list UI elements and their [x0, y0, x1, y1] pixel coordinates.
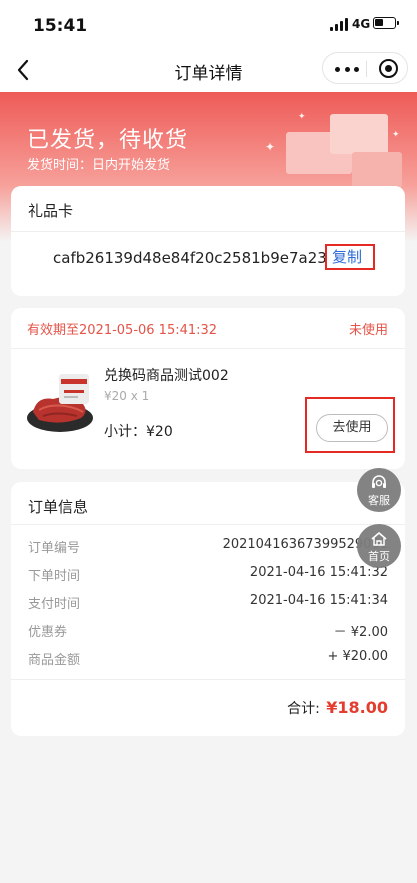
status-bar: 15:41 4G: [0, 0, 417, 50]
package-box-illustration: [330, 114, 388, 154]
use-status-badge: 未使用: [348, 323, 388, 338]
network-type: 4G: [352, 17, 371, 31]
status-time: 15:41: [33, 16, 88, 36]
divider: [11, 679, 405, 680]
gift-card-code: cafb26139d48e84f20c2581b9e7a2336: [53, 249, 335, 267]
navigation-bar: 订单详情: [0, 50, 417, 92]
order-info-row: 支付时间 2021-04-16 15:41:34: [28, 593, 388, 613]
headset-icon: [372, 475, 386, 488]
customer-service-label: 客服: [368, 494, 390, 507]
home-label: 首页: [368, 550, 390, 563]
order-info-row: 商品金额 + ¥20.00: [28, 649, 388, 669]
close-miniprogram-icon[interactable]: [379, 59, 398, 78]
more-icon[interactable]: [335, 62, 359, 76]
validity-text: 有效期至2021-05-06 15:41:32: [27, 323, 218, 338]
payment-time-value: 2021-04-16 15:41:34: [249, 593, 388, 608]
gift-card-title: 礼品卡: [28, 202, 74, 220]
order-info-section: 订单信息 订单编号 20210416367399529061 下单时间 2021…: [11, 482, 405, 736]
divider: [11, 348, 405, 349]
sparkle-icon: ✦: [265, 140, 276, 154]
order-time-label: 下单时间: [28, 569, 81, 584]
voucher-section: 有效期至2021-05-06 15:41:32 未使用 兑换码商品测试002 ¥…: [11, 308, 405, 469]
use-button-highlight: 去使用: [305, 397, 395, 453]
divider: [11, 524, 405, 525]
home-button[interactable]: 首页: [357, 524, 401, 568]
payment-time-label: 支付时间: [28, 597, 81, 612]
product-spec: ¥20 x 1: [104, 389, 150, 403]
order-info-row: 订单编号 20210416367399529061: [28, 537, 388, 557]
order-total: 合计: ¥18.00: [287, 698, 388, 718]
mini-program-capsule: [322, 52, 408, 84]
sparkle-icon: ✦: [298, 112, 306, 122]
capsule-divider: [366, 61, 367, 77]
order-time-value: 2021-04-16 15:41:32: [249, 565, 388, 580]
total-label: 合计:: [287, 701, 320, 717]
product-name: 兑换码商品测试002: [104, 368, 229, 384]
divider: [11, 231, 405, 232]
order-info-title: 订单信息: [28, 498, 89, 516]
order-info-row: 优惠券 － ¥2.00: [28, 621, 388, 641]
customer-service-button[interactable]: 客服: [357, 468, 401, 512]
coupon-value: － ¥2.00: [333, 625, 388, 640]
order-info-row: 下单时间 2021-04-16 15:41:32: [28, 565, 388, 585]
copy-code-button[interactable]: 复制: [325, 244, 375, 270]
subtotal-text: 小计：¥20: [104, 424, 173, 440]
battery-icon: [373, 17, 399, 29]
home-icon: [371, 532, 387, 546]
gift-card-section: 礼品卡 cafb26139d48e84f20c2581b9e7a2336 复制: [11, 186, 405, 296]
total-amount: ¥18.00: [326, 698, 388, 717]
order-status-title: 已发货，待收货: [27, 128, 189, 153]
use-voucher-button[interactable]: 去使用: [316, 414, 388, 442]
order-number-label: 订单编号: [28, 541, 81, 556]
package-box-illustration: [352, 152, 402, 188]
signal-icon: [330, 18, 348, 31]
goods-amount-label: 商品金额: [28, 653, 81, 668]
ship-time-text: 发货时间：日内开始发货: [27, 158, 171, 173]
product-image: [27, 374, 93, 432]
sparkle-icon: ✦: [392, 130, 400, 140]
goods-amount-value: + ¥20.00: [327, 649, 388, 664]
coupon-label: 优惠券: [28, 625, 68, 640]
